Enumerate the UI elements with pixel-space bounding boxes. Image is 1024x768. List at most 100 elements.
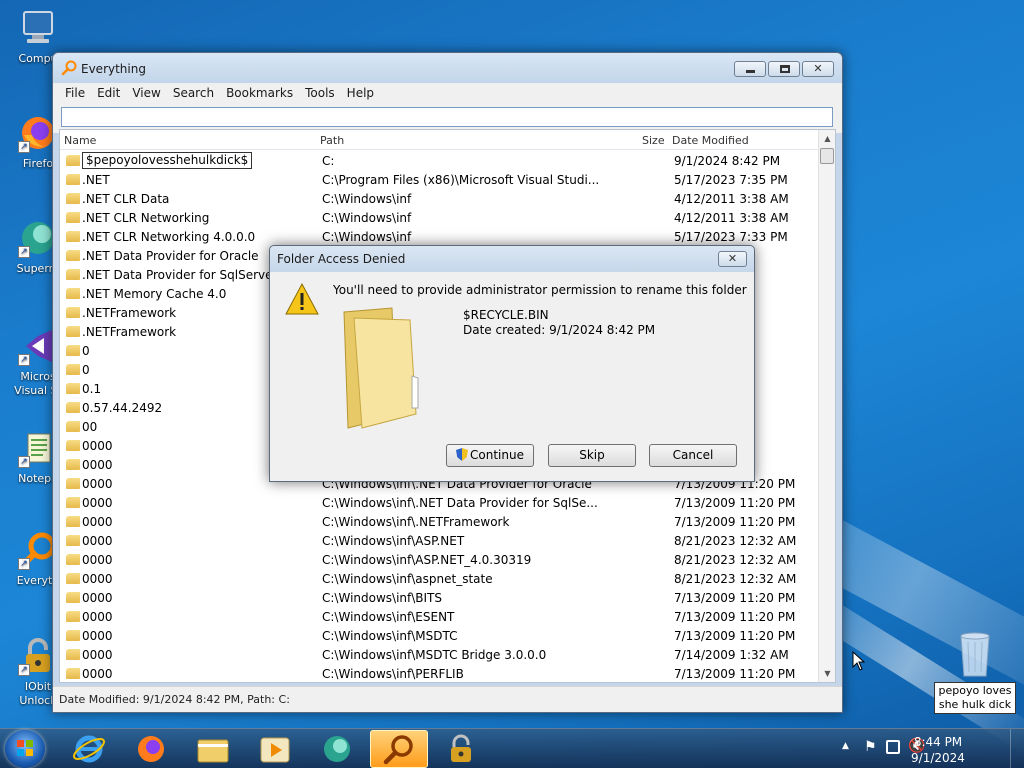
menu-bar: File Edit View Search Bookmarks Tools He… bbox=[53, 83, 842, 103]
table-row[interactable]: 0000 C:\Windows\inf\PERFLIB 7/13/2009 11:2… bbox=[60, 665, 820, 682]
table-row[interactable]: 0000 C:\Windows\inf\.NET Data Provider fo… bbox=[60, 494, 820, 513]
skip-button[interactable]: Skip bbox=[548, 444, 636, 467]
row-name: .NET Data Provider for Oracle bbox=[82, 249, 259, 263]
folder-icon bbox=[66, 307, 80, 318]
menu-help[interactable]: Help bbox=[341, 83, 380, 103]
table-row[interactable]: $pepoyolovesshehulkdick$ C: 9/1/2024 8:42 … bbox=[60, 152, 820, 171]
maximize-button[interactable] bbox=[768, 61, 800, 77]
row-name: 0000 bbox=[82, 477, 113, 491]
dialog-title: Folder Access Denied bbox=[277, 252, 406, 266]
row-name: .NETFramework bbox=[82, 306, 177, 320]
close-button[interactable]: ✕ bbox=[802, 61, 834, 77]
column-date-modified[interactable]: Date Modified bbox=[672, 134, 749, 147]
taskbar-internet-explorer[interactable] bbox=[60, 730, 118, 768]
row-path: C: bbox=[322, 154, 335, 168]
minimize-button[interactable] bbox=[734, 61, 766, 77]
scroll-up-icon[interactable]: ▲ bbox=[819, 130, 836, 147]
row-path: C:\Windows\inf\ASP.NET_4.0.30319 bbox=[322, 553, 532, 567]
menu-tools[interactable]: Tools bbox=[299, 83, 341, 103]
folder-icon bbox=[66, 459, 80, 470]
clock-time: 8:44 PM bbox=[913, 735, 963, 749]
table-row[interactable]: 0000 C:\Windows\inf\ESENT 7/13/2009 11:20 … bbox=[60, 608, 820, 627]
menu-bookmarks[interactable]: Bookmarks bbox=[220, 83, 299, 103]
menu-search[interactable]: Search bbox=[167, 83, 220, 103]
dialog-titlebar[interactable]: Folder Access Denied ✕ bbox=[270, 246, 754, 272]
table-row[interactable]: .NET CLR Networking C:\Windows\inf 4/12/20… bbox=[60, 209, 820, 228]
folder-icon bbox=[66, 592, 80, 603]
taskbar-firefox[interactable] bbox=[122, 730, 180, 768]
warning-icon bbox=[284, 282, 320, 319]
folder-icon bbox=[66, 516, 80, 527]
column-name[interactable]: Name bbox=[64, 134, 96, 147]
menu-view[interactable]: View bbox=[126, 83, 166, 103]
scroll-down-icon[interactable]: ▼ bbox=[819, 665, 836, 682]
file-explorer-icon bbox=[197, 739, 229, 763]
taskbar-supermium[interactable] bbox=[308, 730, 366, 768]
shortcut-arrow-icon: ↗ bbox=[18, 354, 30, 366]
menu-edit[interactable]: Edit bbox=[91, 83, 126, 103]
clock-date: 9/1/2024 bbox=[911, 751, 965, 765]
start-button[interactable] bbox=[5, 730, 45, 768]
network-icon[interactable] bbox=[886, 740, 900, 754]
minimize-icon bbox=[746, 70, 755, 73]
internet-explorer-icon bbox=[72, 735, 106, 763]
scroll-thumb[interactable] bbox=[820, 148, 834, 164]
show-hidden-icons-icon[interactable]: ▲ bbox=[842, 741, 849, 751]
folder-icon bbox=[66, 231, 80, 242]
table-row[interactable]: 0000 C:\Windows\inf\BITS 7/13/2009 11:20 P… bbox=[60, 589, 820, 608]
recycle-bin-rename-box[interactable]: pepoyo loves she hulk dick bbox=[934, 682, 1016, 714]
table-row[interactable]: 0000 C:\Windows\inf\.NETFramework 7/13/200… bbox=[60, 513, 820, 532]
taskbar-iobit-unlocker[interactable] bbox=[432, 730, 490, 768]
row-name: .NET CLR Data bbox=[82, 192, 170, 206]
row-name: 0000 bbox=[82, 439, 113, 453]
row-date-modified: 7/13/2009 11:20 PM bbox=[674, 667, 796, 681]
taskbar-everything[interactable] bbox=[370, 730, 428, 768]
table-row[interactable]: 0000 C:\Windows\inf\aspnet_state 8/21/2023… bbox=[60, 570, 820, 589]
clock[interactable]: 8:44 PM 9/1/2024 bbox=[908, 734, 968, 766]
row-name: .NET CLR Networking 4.0.0.0 bbox=[82, 230, 256, 244]
row-name: 0000 bbox=[82, 667, 113, 681]
cancel-button[interactable]: Cancel bbox=[649, 444, 737, 467]
row-path: C:\Windows\inf\PERFLIB bbox=[322, 667, 464, 681]
folder-icon bbox=[66, 668, 80, 679]
dialog-close-button[interactable]: ✕ bbox=[718, 251, 747, 267]
folder-icon bbox=[66, 193, 80, 204]
menu-file[interactable]: File bbox=[59, 83, 91, 103]
column-path[interactable]: Path bbox=[320, 134, 344, 147]
dialog-date-created: Date created: 9/1/2024 8:42 PM bbox=[463, 323, 656, 337]
window-titlebar[interactable]: Everything ✕ bbox=[53, 53, 842, 83]
row-date-modified: 8/21/2023 12:32 AM bbox=[674, 534, 797, 548]
rename-input[interactable]: $pepoyolovesshehulkdick$ bbox=[82, 152, 253, 169]
row-path: C:\Program Files (x86)\Microsoft Visual … bbox=[322, 173, 600, 187]
shortcut-arrow-icon: ↗ bbox=[18, 456, 30, 468]
desktop-icon-recycle-bin[interactable]: pepoyo loves she hulk dick bbox=[934, 630, 1016, 714]
column-size[interactable]: Size bbox=[642, 134, 665, 147]
taskbar-media-player[interactable] bbox=[246, 730, 304, 768]
search-input[interactable] bbox=[61, 107, 833, 127]
row-name: .NETFramework bbox=[82, 325, 177, 339]
continue-button[interactable]: Continue bbox=[446, 444, 534, 467]
folder-icon bbox=[66, 288, 80, 299]
table-row[interactable]: .NET CLR Data C:\Windows\inf 4/12/2011 3:3… bbox=[60, 190, 820, 209]
firefox-icon bbox=[138, 736, 164, 762]
table-row[interactable]: 0000 C:\Windows\inf\ASP.NET 8/21/2023 12:3… bbox=[60, 532, 820, 551]
show-desktop-button[interactable] bbox=[1010, 729, 1024, 768]
action-center-flag-icon[interactable]: ⚑ bbox=[864, 739, 877, 755]
close-icon: ✕ bbox=[727, 252, 738, 265]
row-name: 0000 bbox=[82, 591, 113, 605]
table-row[interactable]: 0000 C:\Windows\inf\MSDTC Bridge 3.0.0.0 7… bbox=[60, 646, 820, 665]
table-row[interactable]: .NET C:\Program Files (x86)\Microsoft Vis… bbox=[60, 171, 820, 190]
row-date-modified: 4/12/2011 3:38 AM bbox=[674, 211, 789, 225]
table-row[interactable]: 0000 C:\Windows\inf\ASP.NET_4.0.30319 8/21… bbox=[60, 551, 820, 570]
media-player-icon bbox=[260, 737, 290, 763]
taskbar-file-explorer[interactable] bbox=[184, 730, 242, 768]
vertical-scrollbar[interactable]: ▲ ▼ bbox=[818, 130, 835, 682]
row-name: 0 bbox=[82, 344, 90, 358]
row-name: 00 bbox=[82, 420, 98, 434]
uac-shield-icon bbox=[456, 448, 469, 461]
row-path: C:\Windows\inf\MSDTC Bridge 3.0.0.0 bbox=[322, 648, 547, 662]
table-row[interactable]: 0000 C:\Windows\inf\MSDTC 7/13/2009 11:20 … bbox=[60, 627, 820, 646]
folder-icon bbox=[66, 573, 80, 584]
row-path: C:\Windows\inf\ASP.NET bbox=[322, 534, 465, 548]
row-date-modified: 9/1/2024 8:42 PM bbox=[674, 154, 781, 168]
